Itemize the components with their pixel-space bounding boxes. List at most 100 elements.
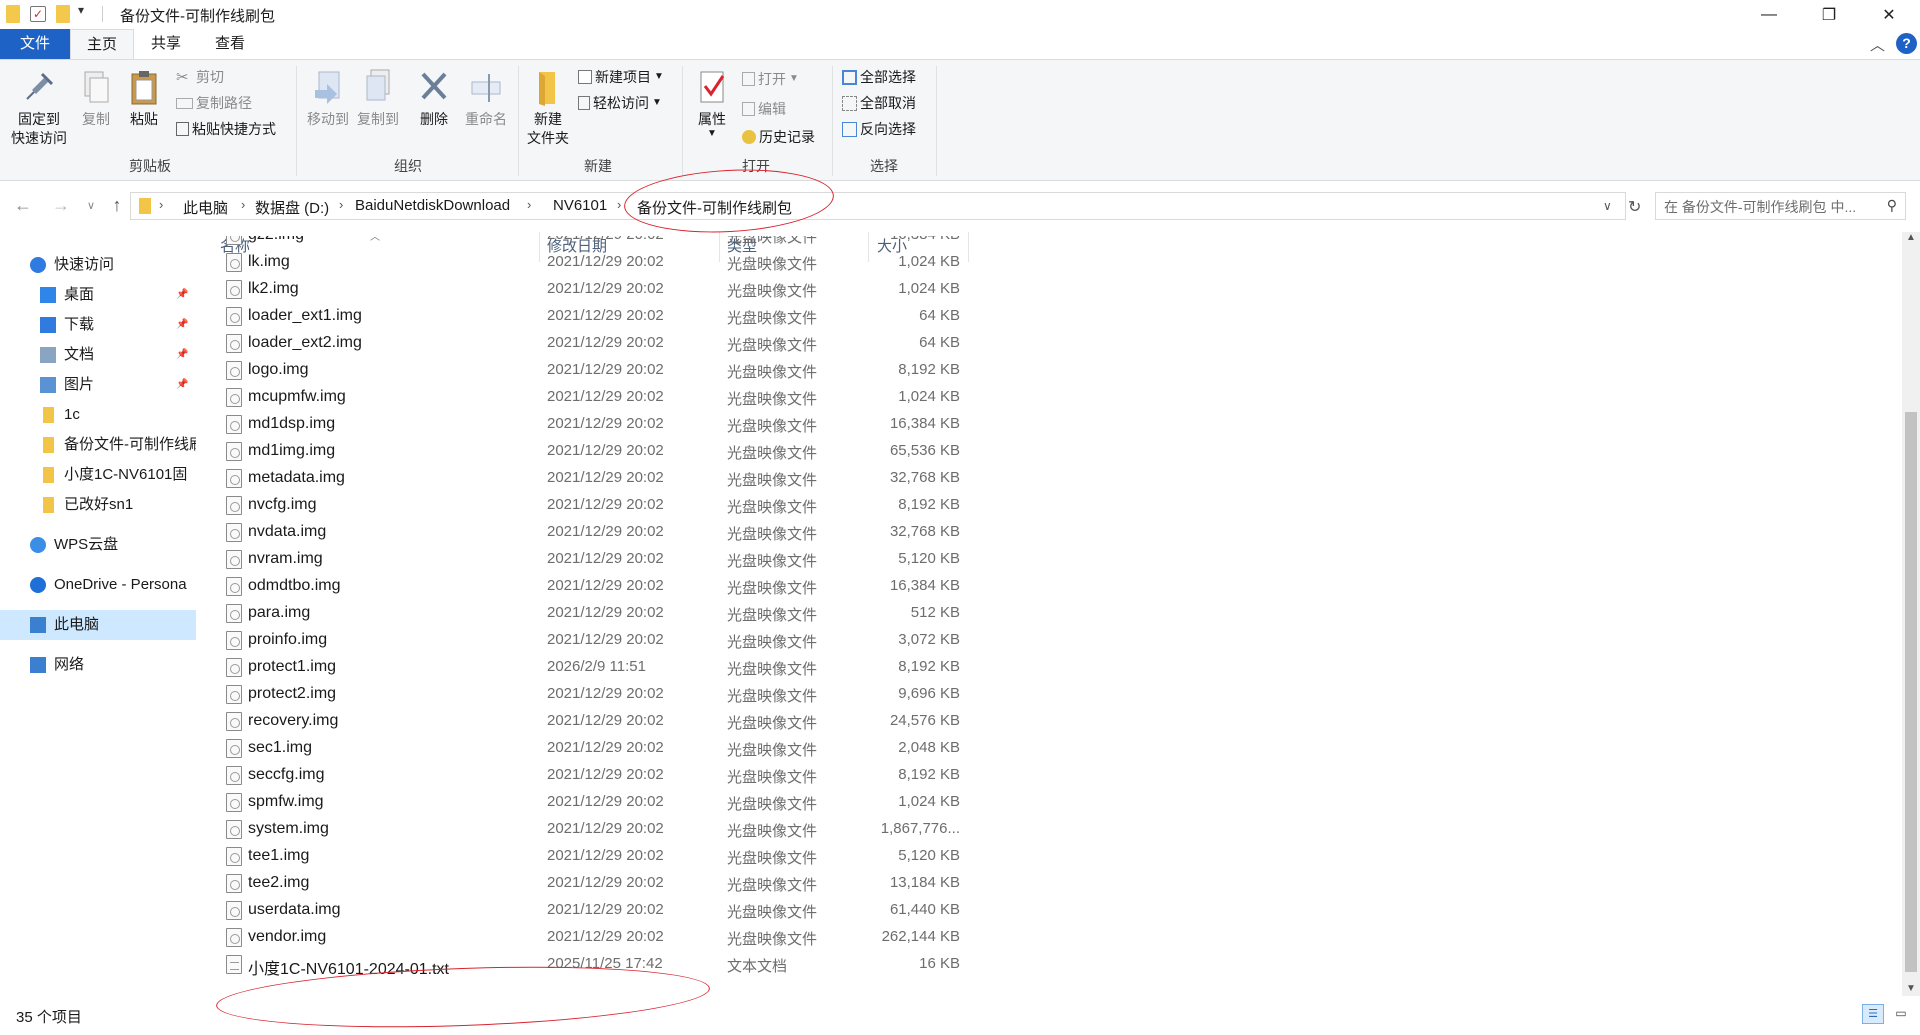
sidebar-item[interactable]: OneDrive - Persona <box>0 570 196 600</box>
search-input[interactable]: 在 备份文件-可制作线刷包 中... ⚲ <box>1655 192 1906 220</box>
details-view-icon[interactable]: ☰ <box>1862 1004 1884 1024</box>
file-row[interactable]: 小度1C-NV6101-2024-01.txt 2025/11/25 17:42 文… <box>210 951 970 978</box>
address-dropdown-icon[interactable]: ∨ <box>1603 199 1612 213</box>
breadcrumb-baidunetdisk[interactable]: BaiduNetdiskDownload <box>355 197 510 214</box>
up-icon[interactable]: ↑ <box>104 195 130 216</box>
file-row[interactable]: nvcfg.img 2021/12/29 20:02 光盘映像文件 8,192 KB <box>210 492 970 519</box>
sidebar-item[interactable]: 已改好sn1 <box>0 490 196 520</box>
scroll-down-icon[interactable]: ▼ <box>1906 983 1916 994</box>
edit-button[interactable]: 编辑 <box>742 98 786 120</box>
file-row[interactable]: md1dsp.img 2021/12/29 20:02 光盘映像文件 16,384 K… <box>210 411 970 438</box>
file-type: 光盘映像文件 <box>727 499 818 516</box>
sidebar-item[interactable]: WPS云盘 <box>0 530 196 560</box>
breadcrumb-drive-d[interactable]: 数据盘 (D:) <box>255 197 329 218</box>
back-icon[interactable]: ← <box>10 195 36 216</box>
select-none-button[interactable]: 全部取消 <box>842 92 916 114</box>
vertical-scrollbar[interactable]: ▲ ▼ <box>1902 232 1920 996</box>
file-row[interactable]: odmdtbo.img 2021/12/29 20:02 光盘映像文件 16,384 … <box>210 573 970 600</box>
new-folder-button[interactable]: 新建 文件夹 <box>524 68 572 148</box>
sidebar-item[interactable]: 1c <box>0 400 196 430</box>
new-item-button[interactable]: 新建项目 ▼ <box>578 66 664 88</box>
tab-view[interactable]: 查看 <box>198 29 262 59</box>
properties-quick-icon[interactable]: ✓ <box>30 6 46 22</box>
file-row[interactable]: loader_ext1.img 2021/12/29 20:02 光盘映像文件 64 … <box>210 303 970 330</box>
delete-button[interactable]: 删除 <box>414 68 454 129</box>
sidebar-item[interactable]: 备份文件-可制作线刷 <box>0 430 196 460</box>
file-row[interactable]: seccfg.img 2021/12/29 20:02 光盘映像文件 8,192 KB <box>210 762 970 789</box>
breadcrumb-current-folder[interactable]: 备份文件-可制作线刷包 <box>637 197 792 218</box>
paste-label: 粘贴 <box>130 111 158 127</box>
file-row[interactable]: spmfw.img 2021/12/29 20:02 光盘映像文件 1,024 KB <box>210 789 970 816</box>
forward-icon[interactable]: → <box>48 195 74 216</box>
sidebar-item[interactable]: 图片 📌 <box>0 370 196 400</box>
file-row[interactable]: proinfo.img 2021/12/29 20:02 光盘映像文件 3,072 K… <box>210 627 970 654</box>
file-date: 2021/12/29 20:02 <box>547 766 664 783</box>
tab-home[interactable]: 主页 <box>70 29 134 59</box>
file-row[interactable]: sec1.img 2021/12/29 20:02 光盘映像文件 2,048 KB <box>210 735 970 762</box>
maximize-button[interactable]: ❐ <box>1800 0 1858 29</box>
file-row[interactable]: vendor.img 2021/12/29 20:02 光盘映像文件 262,144 … <box>210 924 970 951</box>
file-row[interactable]: loader_ext2.img 2021/12/29 20:02 光盘映像文件 64 … <box>210 330 970 357</box>
large-icons-view-icon[interactable]: ▭ <box>1890 1004 1912 1024</box>
sidebar-item[interactable]: 网络 <box>0 650 196 680</box>
new-item-icon <box>578 70 592 84</box>
tab-file[interactable]: 文件 <box>0 29 70 59</box>
file-row[interactable]: tee2.img 2021/12/29 20:02 光盘映像文件 13,184 KB <box>210 870 970 897</box>
minimize-button[interactable]: — <box>1740 0 1798 29</box>
copy-to-button[interactable]: 复制到 <box>354 68 402 129</box>
pin-to-quick-access-button[interactable]: 固定到 快速访问 <box>6 68 72 148</box>
file-row[interactable]: logo.img 2021/12/29 20:02 光盘映像文件 8,192 KB <box>210 357 970 384</box>
file-date: 2021/12/29 20:02 <box>547 604 664 621</box>
file-row[interactable]: metadata.img 2021/12/29 20:02 光盘映像文件 32,768… <box>210 465 970 492</box>
move-to-button[interactable]: 移动到 <box>304 68 352 129</box>
tab-share[interactable]: 共享 <box>134 29 198 59</box>
file-row[interactable]: md1img.img 2021/12/29 20:02 光盘映像文件 65,536 K… <box>210 438 970 465</box>
sidebar-item[interactable]: 快速访问 <box>0 250 196 280</box>
breadcrumb-nv6101[interactable]: NV6101 <box>553 197 607 214</box>
file-name: nvcfg.img <box>248 496 317 513</box>
file-size: 1,024 KB <box>898 793 960 810</box>
file-row[interactable]: system.img 2021/12/29 20:02 光盘映像文件 1,867,77… <box>210 816 970 843</box>
refresh-icon[interactable]: ↻ <box>1628 197 1641 217</box>
scrollbar-thumb[interactable] <box>1905 412 1917 972</box>
open-button[interactable]: 打开 ▼ <box>742 68 799 90</box>
file-row[interactable]: lk2.img 2021/12/29 20:02 光盘映像文件 1,024 KB <box>210 276 970 303</box>
new-folder-quick-icon[interactable] <box>56 5 70 23</box>
address-bar[interactable]: › 此电脑 › 数据盘 (D:) › BaiduNetdiskDownload … <box>130 192 1626 220</box>
paste-shortcut-button[interactable]: 粘贴快捷方式 <box>176 118 276 140</box>
sidebar-item[interactable]: 小度1C-NV6101固 <box>0 460 196 490</box>
file-row[interactable]: recovery.img 2021/12/29 20:02 光盘映像文件 24,576… <box>210 708 970 735</box>
copy-path-button[interactable]: 复制路径 <box>176 92 252 114</box>
customize-quick-access-icon[interactable]: ▾ <box>78 3 84 21</box>
sidebar-item[interactable]: 文档 📌 <box>0 340 196 370</box>
recent-locations-icon[interactable]: ∨ <box>78 199 104 212</box>
copy-button[interactable]: 复制 <box>76 68 116 129</box>
paste-button[interactable]: 粘贴 <box>124 68 164 129</box>
file-row[interactable]: protect1.img 2026/2/9 11:51 光盘映像文件 8,192 KB <box>210 654 970 681</box>
select-all-button[interactable]: 全部选择 <box>842 66 916 88</box>
collapse-ribbon-icon[interactable]: ︿ <box>1870 34 1885 55</box>
file-row[interactable]: nvram.img 2021/12/29 20:02 光盘映像文件 5,120 KB <box>210 546 970 573</box>
properties-button[interactable]: 属性 ▼ <box>688 68 736 139</box>
ribbon-separator <box>682 66 683 176</box>
sidebar-item[interactable]: 下载 📌 <box>0 310 196 340</box>
breadcrumb-this-pc[interactable]: 此电脑 <box>183 197 228 218</box>
sidebar-item[interactable]: 桌面 📌 <box>0 280 196 310</box>
file-row[interactable]: protect2.img 2021/12/29 20:02 光盘映像文件 9,696 … <box>210 681 970 708</box>
easy-access-button[interactable]: 轻松访问 ▼ <box>578 92 662 114</box>
file-row[interactable]: nvdata.img 2021/12/29 20:02 光盘映像文件 32,768 K… <box>210 519 970 546</box>
sidebar-item[interactable]: 此电脑 <box>0 610 196 640</box>
chevron-down-icon: ▼ <box>654 71 664 82</box>
scroll-up-icon[interactable]: ▲ <box>1906 232 1916 243</box>
invert-selection-button[interactable]: 反向选择 <box>842 118 916 140</box>
rename-button[interactable]: 重命名 <box>462 68 510 129</box>
file-row[interactable]: userdata.img 2021/12/29 20:02 光盘映像文件 61,440… <box>210 897 970 924</box>
history-button[interactable]: 历史记录 <box>742 126 815 148</box>
cut-button[interactable]: ✂ 剪切 <box>176 66 224 88</box>
file-row[interactable]: para.img 2021/12/29 20:02 光盘映像文件 512 KB <box>210 600 970 627</box>
file-row[interactable]: lk.img 2021/12/29 20:02 光盘映像文件 1,024 KB <box>210 249 970 276</box>
file-row[interactable]: tee1.img 2021/12/29 20:02 光盘映像文件 5,120 KB <box>210 843 970 870</box>
help-icon[interactable]: ? <box>1896 33 1917 54</box>
close-button[interactable]: ✕ <box>1860 0 1918 29</box>
file-row[interactable]: mcupmfw.img 2021/12/29 20:02 光盘映像文件 1,024 K… <box>210 384 970 411</box>
